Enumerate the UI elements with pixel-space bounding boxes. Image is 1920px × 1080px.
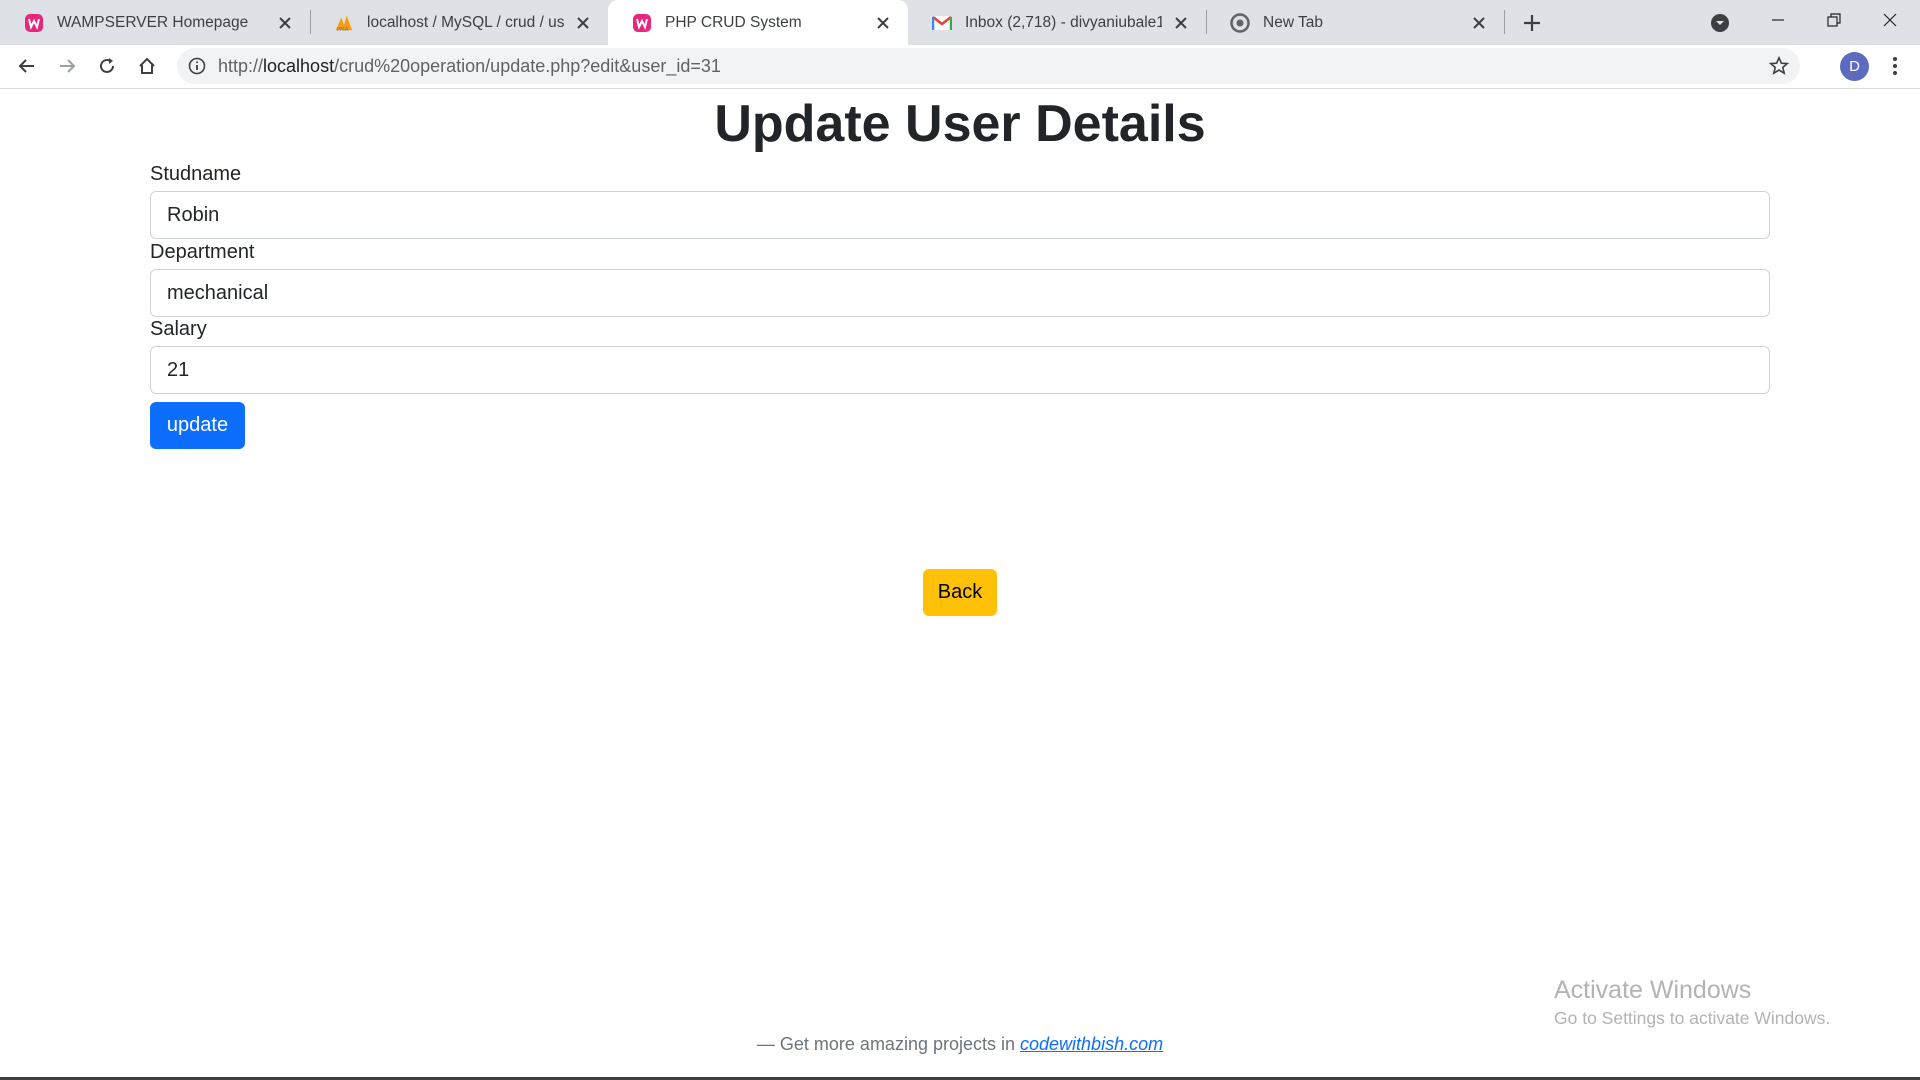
tab-php-crud-system[interactable]: PHP CRUD System — [608, 0, 908, 45]
department-input[interactable] — [150, 269, 1770, 317]
department-field-group: Department — [150, 239, 1770, 317]
url-host: localhost — [263, 56, 335, 76]
tab-title: PHP CRUD System — [665, 13, 802, 31]
tab-title: Inbox (2,718) - divyaniubale1809@g — [965, 13, 1162, 31]
tab-title: WAMPSERVER Homepage — [57, 13, 249, 31]
minimize-icon[interactable] — [1750, 0, 1806, 40]
forward-arrow-icon[interactable] — [50, 49, 84, 83]
salary-label: Salary — [150, 318, 207, 340]
address-bar[interactable]: http://localhost/crud%20operation/update… — [177, 48, 1800, 84]
activate-windows-watermark: Activate Windows Go to Settings to activ… — [1554, 974, 1830, 1030]
close-window-icon[interactable] — [1862, 0, 1918, 40]
activate-windows-subtitle: Go to Settings to activate Windows. — [1554, 1008, 1831, 1028]
activate-windows-title: Activate Windows — [1554, 976, 1752, 1004]
reload-icon[interactable] — [90, 49, 124, 83]
wampserver-icon — [632, 13, 652, 33]
browser-toolbar: http://localhost/crud%20operation/update… — [0, 45, 1920, 89]
page-title: Update User Details — [714, 95, 1206, 153]
close-tab-icon[interactable] — [1170, 12, 1192, 34]
profile-avatar[interactable]: D — [1840, 52, 1869, 81]
tab-gmail-inbox[interactable]: Inbox (2,718) - divyaniubale1809@g — [908, 0, 1206, 45]
tab-title: New Tab — [1263, 13, 1324, 31]
bookmark-star-icon[interactable] — [1768, 55, 1790, 77]
close-tab-icon[interactable] — [1468, 12, 1490, 34]
studname-input[interactable] — [150, 191, 1770, 239]
tab-title: localhost / MySQL / crud / users | p — [367, 13, 564, 31]
new-tab-icon[interactable] — [1517, 8, 1547, 38]
tab-phpmyadmin[interactable]: PMA localhost / MySQL / crud / users | p — [310, 0, 608, 45]
close-tab-icon[interactable] — [872, 12, 894, 34]
salary-input[interactable] — [150, 346, 1770, 394]
footer: — Get more amazing projects in codewithb… — [0, 1034, 1920, 1055]
svg-text:PMA: PMA — [337, 27, 349, 33]
footer-text: — Get more amazing projects in — [756, 1034, 1021, 1054]
close-tab-icon[interactable] — [274, 12, 296, 34]
page-content: Update User Details Studname Department … — [0, 89, 1920, 1080]
footer-link[interactable]: codewithbish.com — [1020, 1034, 1163, 1054]
tab-search-icon[interactable] — [1706, 9, 1734, 37]
restore-icon[interactable] — [1806, 0, 1862, 40]
home-icon[interactable] — [130, 49, 164, 83]
site-info-icon[interactable] — [187, 56, 207, 76]
back-arrow-icon[interactable] — [10, 49, 44, 83]
studname-field-group: Studname — [150, 161, 1770, 239]
url-scheme: http:// — [218, 56, 264, 76]
studname-label: Studname — [150, 163, 242, 185]
department-label: Department — [150, 241, 255, 263]
url-text[interactable]: http://localhost/crud%20operation/update… — [218, 56, 721, 77]
back-button[interactable]: Back — [923, 569, 997, 616]
wampserver-icon — [24, 13, 44, 33]
salary-field-group: Salary — [150, 316, 1770, 394]
more-menu-icon[interactable] — [1880, 49, 1910, 83]
url-path: /crud%20operation/update.php?edit&user_i… — [334, 56, 721, 76]
tab-strip: WAMPSERVER Homepage PMA localhost / MySQ… — [0, 0, 1920, 45]
chrome-icon — [1230, 12, 1250, 33]
tab-separator — [1504, 10, 1505, 34]
tab-new-tab[interactable]: New Tab — [1206, 0, 1504, 45]
update-button[interactable]: update — [150, 402, 245, 449]
phpmyadmin-icon: PMA — [334, 13, 354, 33]
close-tab-icon[interactable] — [572, 12, 594, 34]
tab-wampserver-homepage[interactable]: WAMPSERVER Homepage — [0, 0, 310, 45]
gmail-icon — [932, 13, 952, 33]
